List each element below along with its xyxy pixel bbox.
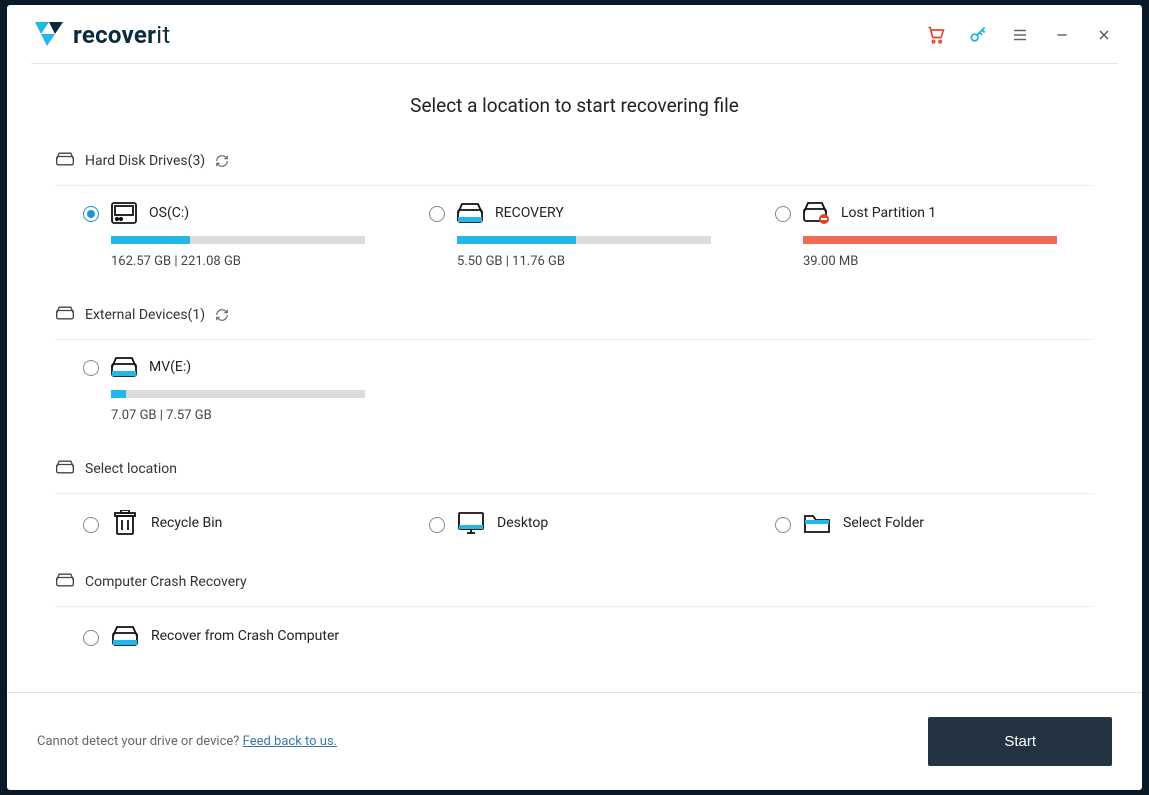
drive-group-icon	[55, 572, 75, 592]
radio-osc[interactable]	[83, 206, 99, 222]
logo: recoverit	[35, 21, 171, 49]
drive-row-hdd: OS(C:) 162.57 GB | 221.08 GB RECOVERY 5.…	[55, 202, 1094, 269]
radio-crash[interactable]	[83, 630, 99, 646]
close-icon[interactable]	[1094, 25, 1114, 45]
feedback-link[interactable]: Feed back to us.	[243, 734, 337, 749]
drive-group-icon	[55, 459, 75, 479]
section-label: Select location	[85, 461, 177, 477]
section-header-sel: Select location	[55, 455, 1094, 483]
section-header-crash: Computer Crash Recovery	[55, 568, 1094, 596]
menu-icon[interactable]	[1010, 25, 1030, 45]
drive-item-recovery[interactable]: RECOVERY 5.50 GB | 11.76 GB	[401, 202, 711, 269]
drive-row-ext: MV(E:) 7.07 GB | 7.57 GB	[55, 356, 1094, 423]
drive-stats: 5.50 GB | 11.76 GB	[457, 254, 711, 269]
footer-text: Cannot detect your drive or device? Feed…	[37, 734, 337, 749]
recycle-bin-icon	[111, 510, 139, 536]
start-button[interactable]: Start	[928, 717, 1112, 766]
page-heading: Select a location to start recovering fi…	[55, 94, 1094, 117]
section-label: Hard Disk Drives(3)	[85, 153, 205, 169]
drive-item-osc[interactable]: OS(C:) 162.57 GB | 221.08 GB	[55, 202, 365, 269]
system-drive-icon	[111, 202, 137, 224]
app-window: recoverit Select a location to start rec…	[7, 5, 1142, 790]
drive-icon	[111, 623, 139, 649]
folder-icon	[803, 510, 831, 536]
section-header-ext: External Devices(1)	[55, 301, 1094, 329]
refresh-icon[interactable]	[215, 154, 229, 168]
radio-lost[interactable]	[775, 206, 791, 222]
separator	[55, 185, 1094, 186]
footer: Cannot detect your drive or device? Feed…	[7, 692, 1142, 790]
logo-text: recoverit	[73, 21, 171, 49]
location-crash[interactable]: Recover from Crash Computer	[55, 623, 365, 649]
section-label: External Devices(1)	[85, 307, 205, 323]
minimize-icon[interactable]	[1052, 25, 1072, 45]
usage-bar	[111, 236, 365, 244]
section-label: Computer Crash Recovery	[85, 574, 247, 590]
drive-stats: 39.00 MB	[803, 254, 1057, 269]
desktop-icon	[457, 510, 485, 536]
drive-group-icon	[55, 305, 75, 325]
window-controls	[926, 25, 1114, 45]
drive-item-mve[interactable]: MV(E:) 7.07 GB | 7.57 GB	[55, 356, 365, 423]
main-content: Select a location to start recovering fi…	[7, 64, 1142, 692]
drive-stats: 7.07 GB | 7.57 GB	[111, 408, 365, 423]
drive-name: OS(C:)	[149, 205, 189, 221]
logo-icon	[35, 22, 65, 48]
crash-row: Recover from Crash Computer	[55, 623, 1094, 649]
drive-stats: 162.57 GB | 221.08 GB	[111, 254, 365, 269]
separator	[55, 493, 1094, 494]
location-name: Recycle Bin	[151, 515, 222, 531]
separator	[55, 339, 1094, 340]
radio-recovery[interactable]	[429, 206, 445, 222]
location-name: Select Folder	[843, 515, 924, 531]
separator	[55, 606, 1094, 607]
location-name: Desktop	[497, 515, 548, 531]
cart-icon[interactable]	[926, 25, 946, 45]
location-recycle-bin[interactable]: Recycle Bin	[55, 510, 365, 536]
drive-icon	[111, 356, 137, 378]
key-icon[interactable]	[968, 25, 988, 45]
drive-item-lost[interactable]: Lost Partition 1 39.00 MB	[747, 202, 1057, 269]
radio-mve[interactable]	[83, 360, 99, 376]
location-name: Recover from Crash Computer	[151, 628, 339, 644]
usage-bar	[457, 236, 711, 244]
section-header-hdd: Hard Disk Drives(3)	[55, 147, 1094, 175]
footer-prompt: Cannot detect your drive or device?	[37, 734, 243, 749]
usage-bar	[803, 236, 1057, 244]
drive-name: MV(E:)	[149, 359, 191, 375]
refresh-icon[interactable]	[215, 308, 229, 322]
radio-fold[interactable]	[775, 517, 791, 533]
drive-icon	[457, 202, 483, 224]
drive-group-icon	[55, 151, 75, 171]
radio-desk[interactable]	[429, 517, 445, 533]
radio-bin[interactable]	[83, 517, 99, 533]
drive-name: RECOVERY	[495, 205, 564, 221]
usage-bar	[111, 390, 365, 398]
titlebar: recoverit	[7, 5, 1142, 63]
location-row: Recycle Bin Desktop Select Folder	[55, 510, 1094, 536]
lost-partition-icon	[803, 202, 829, 224]
location-select-folder[interactable]: Select Folder	[747, 510, 1057, 536]
drive-name: Lost Partition 1	[841, 205, 936, 221]
location-desktop[interactable]: Desktop	[401, 510, 711, 536]
